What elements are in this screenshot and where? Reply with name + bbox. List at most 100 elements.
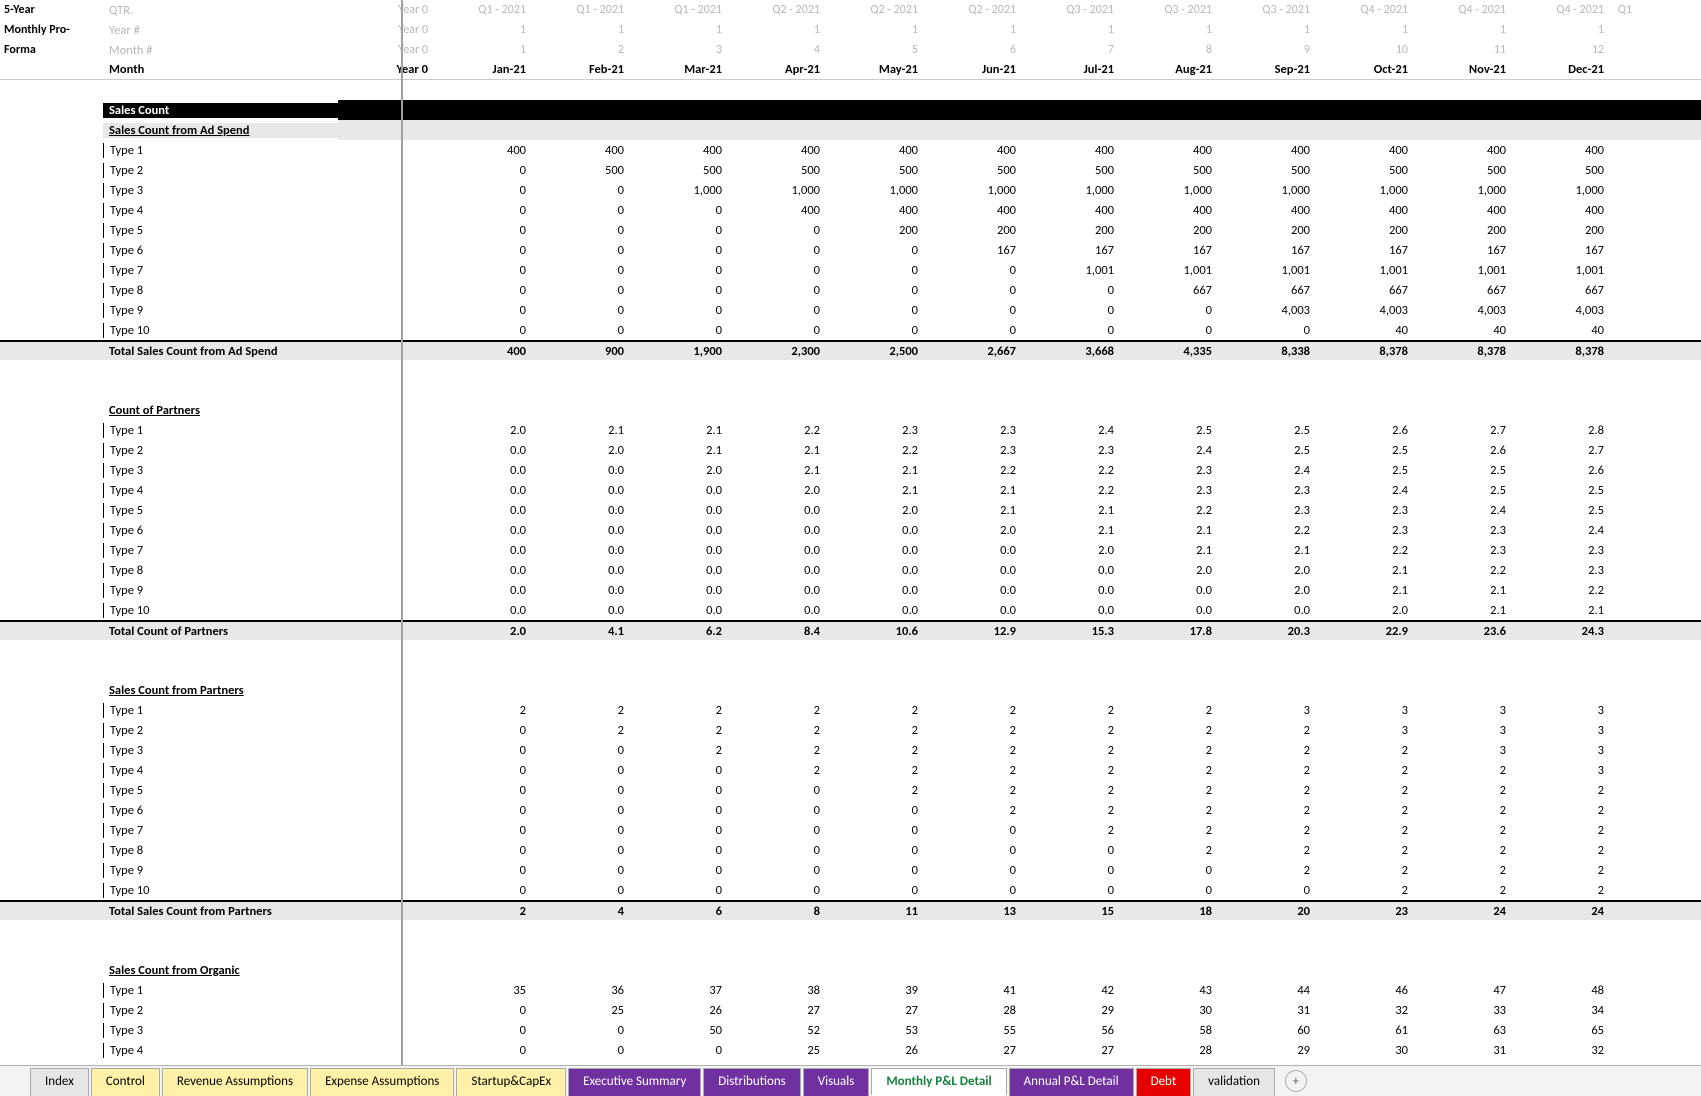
sheet-tab-index[interactable]: Index <box>30 1068 89 1096</box>
cell[interactable]: 0 <box>534 763 632 778</box>
table-row[interactable]: Type 7000000222222 <box>0 820 1701 840</box>
cell[interactable]: 200 <box>1318 223 1416 238</box>
cell[interactable]: 2.0 <box>632 463 730 478</box>
cell[interactable]: 0.0 <box>632 583 730 598</box>
table-row[interactable]: Type 30050525355565860616365 <box>0 1020 1701 1040</box>
cell[interactable]: 2 <box>1416 803 1514 818</box>
cell[interactable]: 0 <box>632 763 730 778</box>
cell[interactable]: 2.1 <box>730 443 828 458</box>
cell[interactable]: 0 <box>632 883 730 898</box>
cell[interactable]: 500 <box>730 163 828 178</box>
cell[interactable]: 500 <box>1122 163 1220 178</box>
cell[interactable]: 29 <box>1220 1043 1318 1058</box>
cell[interactable]: 0 <box>436 803 534 818</box>
cell[interactable]: 2.0 <box>1220 563 1318 578</box>
cell[interactable]: 33 <box>1416 1003 1514 1018</box>
cell[interactable]: 25 <box>534 1003 632 1018</box>
table-row[interactable]: Type 4000252627272829303132 <box>0 1040 1701 1060</box>
cell[interactable]: 2 <box>730 703 828 718</box>
cell[interactable]: 0 <box>828 803 926 818</box>
cell[interactable]: 0 <box>730 883 828 898</box>
sheet-tab-revenue-assumptions[interactable]: Revenue Assumptions <box>162 1068 308 1096</box>
cell[interactable]: 200 <box>1416 223 1514 238</box>
cell[interactable]: 36 <box>534 983 632 998</box>
cell[interactable]: 0.0 <box>632 503 730 518</box>
cell[interactable]: 2.0 <box>828 503 926 518</box>
cell[interactable]: 2.0 <box>730 483 828 498</box>
cell[interactable]: 0.0 <box>534 603 632 618</box>
cell[interactable]: 0.0 <box>828 603 926 618</box>
cell[interactable]: 2 <box>1514 843 1612 858</box>
cell[interactable]: 2.4 <box>1514 523 1612 538</box>
cell[interactable]: 2 <box>1416 863 1514 878</box>
cell[interactable]: 400 <box>1514 143 1612 158</box>
cell[interactable]: 1,000 <box>1024 183 1122 198</box>
cell[interactable]: 0 <box>436 823 534 838</box>
table-row[interactable]: Type 50.00.00.00.02.02.12.12.22.32.32.42… <box>0 500 1701 520</box>
cell[interactable]: 2 <box>632 743 730 758</box>
cell[interactable]: 200 <box>1122 223 1220 238</box>
cell[interactable]: 0.0 <box>730 543 828 558</box>
cell[interactable]: 32 <box>1514 1043 1612 1058</box>
cell[interactable]: 400 <box>1122 203 1220 218</box>
cell[interactable]: 39 <box>828 983 926 998</box>
cell[interactable]: 1,000 <box>1220 183 1318 198</box>
cell[interactable]: 400 <box>730 203 828 218</box>
cell[interactable]: 0 <box>632 1043 730 1058</box>
sheet-tab-validation[interactable]: validation <box>1193 1068 1275 1096</box>
cell[interactable]: 2 <box>1122 763 1220 778</box>
cell[interactable]: 400 <box>1514 203 1612 218</box>
cell[interactable]: 0 <box>828 283 926 298</box>
cell[interactable]: 2 <box>534 723 632 738</box>
cell[interactable]: 0.0 <box>534 503 632 518</box>
cell[interactable]: 2.1 <box>1220 543 1318 558</box>
cell[interactable]: 3 <box>1416 723 1514 738</box>
table-row[interactable]: Type 10000000000404040 <box>0 320 1701 340</box>
cell[interactable]: 0 <box>436 863 534 878</box>
cell[interactable]: 2.1 <box>1318 583 1416 598</box>
table-row[interactable]: Type 20.02.02.12.12.22.32.32.42.52.52.62… <box>0 440 1701 460</box>
cell[interactable]: 0 <box>534 863 632 878</box>
cell[interactable]: 0 <box>436 303 534 318</box>
cell[interactable]: 2.2 <box>730 423 828 438</box>
cell[interactable]: 2.5 <box>1122 423 1220 438</box>
cell[interactable]: 2.2 <box>1122 503 1220 518</box>
cell[interactable]: 0 <box>1024 323 1122 338</box>
cell[interactable]: 2.1 <box>1122 543 1220 558</box>
cell[interactable]: 0 <box>926 303 1024 318</box>
cell[interactable]: 2 <box>1220 823 1318 838</box>
cell[interactable]: 3 <box>1318 703 1416 718</box>
cell[interactable]: 2.3 <box>1220 503 1318 518</box>
cell[interactable]: 63 <box>1416 1023 1514 1038</box>
cell[interactable]: 2.3 <box>1122 483 1220 498</box>
cell[interactable]: 167 <box>1318 243 1416 258</box>
cell[interactable]: 52 <box>730 1023 828 1038</box>
cell[interactable]: 2 <box>1220 863 1318 878</box>
cell[interactable]: 2 <box>1514 823 1612 838</box>
cell[interactable]: 2 <box>1416 763 1514 778</box>
cell[interactable]: 0 <box>730 823 828 838</box>
cell[interactable]: 2.5 <box>1416 463 1514 478</box>
cell[interactable]: 2 <box>926 723 1024 738</box>
cell[interactable]: 0 <box>436 323 534 338</box>
cell[interactable]: 40 <box>1416 323 1514 338</box>
table-row[interactable]: Type 1353637383941424344464748 <box>0 980 1701 1000</box>
cell[interactable]: 0.0 <box>1024 603 1122 618</box>
cell[interactable]: 3 <box>1514 743 1612 758</box>
sheet-tab-distributions[interactable]: Distributions <box>703 1068 800 1096</box>
cell[interactable]: 31 <box>1416 1043 1514 1058</box>
cell[interactable]: 30 <box>1318 1043 1416 1058</box>
cell[interactable]: 2 <box>1416 823 1514 838</box>
cell[interactable]: 2.0 <box>926 523 1024 538</box>
cell[interactable]: 2.5 <box>1514 503 1612 518</box>
cell[interactable]: 1,001 <box>1318 263 1416 278</box>
cell[interactable]: 0 <box>926 883 1024 898</box>
cell[interactable]: 400 <box>1416 143 1514 158</box>
cell[interactable]: 0.0 <box>534 543 632 558</box>
cell[interactable]: 0.0 <box>436 503 534 518</box>
sheet-tab-monthly-p-l-detail[interactable]: Monthly P&L Detail <box>871 1068 1006 1096</box>
cell[interactable]: 0 <box>632 823 730 838</box>
cell[interactable]: 2 <box>534 703 632 718</box>
cell[interactable]: 0.0 <box>926 583 1024 598</box>
sheet-tab-visuals[interactable]: Visuals <box>803 1068 870 1096</box>
